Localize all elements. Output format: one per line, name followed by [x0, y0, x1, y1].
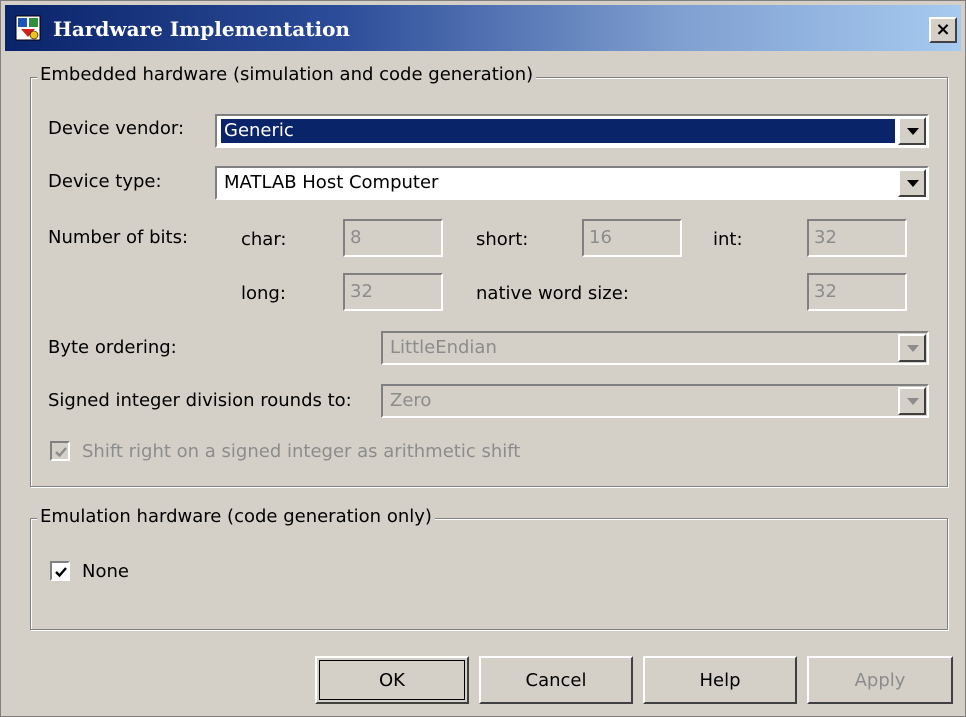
byte-ordering-label: Byte ordering:	[48, 337, 177, 358]
ok-button[interactable]: OK	[315, 656, 469, 704]
close-icon: ×	[935, 19, 951, 40]
chevron-down-icon	[898, 387, 926, 415]
int-label: int:	[713, 229, 743, 250]
arithmetic-shift-label: Shift right on a signed integer as arith…	[82, 441, 521, 462]
byte-ordering-value: LittleEndian	[390, 337, 497, 358]
simulink-app-icon	[15, 15, 41, 41]
device-vendor-label: Device vendor:	[48, 118, 185, 139]
int-bits-field: 32	[807, 219, 907, 257]
device-vendor-value: Generic	[221, 119, 895, 143]
close-button[interactable]: ×	[929, 17, 957, 43]
title-bar[interactable]: Hardware Implementation ×	[5, 5, 961, 51]
help-button[interactable]: Help	[643, 656, 797, 704]
native-word-size-field: 32	[807, 273, 907, 311]
short-label: short:	[476, 229, 529, 250]
native-word-size-label: native word size:	[476, 283, 629, 304]
emulation-none-label[interactable]: None	[82, 561, 129, 582]
arithmetic-shift-checkbox	[50, 441, 70, 461]
chevron-down-icon[interactable]	[898, 117, 926, 145]
device-type-label: Device type:	[48, 171, 162, 192]
char-label: char:	[241, 229, 287, 250]
chevron-down-icon[interactable]	[898, 169, 926, 197]
device-type-value: MATLAB Host Computer	[224, 172, 439, 193]
emulation-none-checkbox[interactable]	[50, 561, 70, 581]
chevron-down-icon	[898, 334, 926, 362]
long-bits-field: 32	[343, 273, 443, 311]
cancel-button[interactable]: Cancel	[479, 656, 633, 704]
long-label: long:	[241, 283, 286, 304]
dialog-title: Hardware Implementation	[53, 17, 350, 41]
checkmark-icon	[55, 567, 67, 578]
checkmark-icon	[55, 447, 67, 458]
char-bits-field: 8	[343, 219, 443, 257]
byte-ordering-select: LittleEndian	[381, 331, 929, 365]
short-bits-field: 16	[582, 219, 682, 257]
number-of-bits-label: Number of bits:	[48, 227, 189, 248]
division-rounding-label: Signed integer division rounds to:	[48, 390, 352, 411]
division-rounding-value: Zero	[390, 390, 432, 411]
emulation-hardware-legend: Emulation hardware (code generation only…	[37, 506, 435, 527]
embedded-hardware-legend: Embedded hardware (simulation and code g…	[37, 64, 537, 85]
hardware-implementation-dialog: Hardware Implementation × Embedded hardw…	[0, 0, 966, 717]
apply-button: Apply	[807, 656, 953, 704]
division-rounding-select: Zero	[381, 384, 929, 418]
device-vendor-select[interactable]: Generic	[215, 114, 929, 148]
emulation-hardware-group	[30, 518, 948, 630]
device-type-select[interactable]: MATLAB Host Computer	[215, 166, 929, 200]
